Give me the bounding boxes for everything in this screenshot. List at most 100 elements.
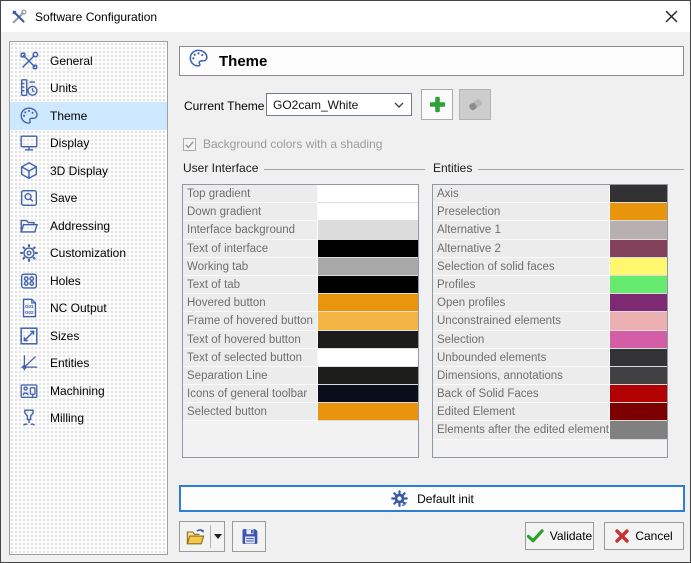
color-swatch[interactable] — [318, 294, 418, 312]
color-swatch[interactable] — [610, 421, 667, 439]
app-tools-icon — [10, 8, 28, 26]
group-user-interface: User Interface — [183, 161, 425, 175]
color-swatch[interactable] — [610, 331, 667, 349]
color-row-unbounded-elements[interactable]: Unbounded elements — [433, 349, 667, 367]
color-swatch[interactable] — [318, 331, 418, 349]
color-swatch[interactable] — [610, 203, 667, 221]
color-swatch[interactable] — [318, 203, 418, 221]
page-title: Theme — [219, 53, 267, 70]
title-bar: Software Configuration — [1, 1, 690, 32]
color-swatch[interactable] — [610, 385, 667, 403]
save-search-icon — [15, 186, 43, 210]
color-row-text-of-hovered-button[interactable]: Text of hovered button — [183, 331, 418, 349]
color-row-text-of-interface[interactable]: Text of interface — [183, 240, 418, 258]
color-row-preselection[interactable]: Preselection — [433, 203, 667, 221]
color-row-profiles[interactable]: Profiles — [433, 276, 667, 294]
color-row-separation-line[interactable]: Separation Line — [183, 367, 418, 385]
color-swatch[interactable] — [610, 276, 667, 294]
color-row-label: Elements after the edited element — [433, 421, 610, 439]
sidebar-item-save[interactable]: Save — [10, 185, 167, 213]
palette-icon — [15, 104, 43, 128]
color-row-axis[interactable]: Axis — [433, 185, 667, 203]
sidebar-item-display[interactable]: Display — [10, 130, 167, 158]
color-row-edited-element[interactable]: Edited Element — [433, 403, 667, 421]
color-swatch[interactable] — [318, 312, 418, 330]
group-divider — [264, 169, 425, 170]
color-swatch[interactable] — [318, 221, 418, 239]
sidebar-item-units[interactable]: Units — [10, 75, 167, 103]
color-row-dimensions-annotations[interactable]: Dimensions, annotations — [433, 367, 667, 385]
color-row-text-of-selected-button[interactable]: Text of selected button — [183, 349, 418, 367]
color-swatch[interactable] — [610, 258, 667, 276]
color-row-hovered-button[interactable]: Hovered button — [183, 294, 418, 312]
sidebar-item-general[interactable]: General — [10, 47, 167, 75]
sidebar-item-customization[interactable]: Customization — [10, 240, 167, 268]
color-row-label: Axis — [433, 185, 610, 203]
color-swatch[interactable] — [610, 294, 667, 312]
color-row-open-profiles[interactable]: Open profiles — [433, 294, 667, 312]
color-row-alternative-2[interactable]: Alternative 2 — [433, 240, 667, 258]
color-row-unconstrained-elements[interactable]: Unconstrained elements — [433, 312, 667, 330]
color-swatch[interactable] — [318, 385, 418, 403]
sidebar-item-holes[interactable]: Holes — [10, 267, 167, 295]
color-row-down-gradient[interactable]: Down gradient — [183, 203, 418, 221]
color-swatch[interactable] — [318, 367, 418, 385]
floppy-save-icon — [239, 526, 260, 547]
default-init-button[interactable]: Default init — [179, 485, 685, 512]
sidebar-item-entities[interactable]: Entities — [10, 350, 167, 378]
color-row-label: Selected button — [183, 403, 318, 421]
color-swatch[interactable] — [610, 367, 667, 385]
sidebar-item-addressing[interactable]: Addressing — [10, 212, 167, 240]
page-header: Theme — [179, 46, 684, 76]
color-row-label: Working tab — [183, 258, 318, 276]
sidebar-item-3d-display[interactable]: 3D Display — [10, 157, 167, 185]
color-swatch[interactable] — [318, 403, 418, 421]
color-row-label: Down gradient — [183, 203, 318, 221]
color-row-back-of-solid-faces[interactable]: Back of Solid Faces — [433, 385, 667, 403]
open-menu-arrow[interactable] — [211, 534, 224, 539]
color-row-label: Text of selected button — [183, 349, 318, 367]
color-row-elements-after-the-edited-element[interactable]: Elements after the edited element — [433, 421, 667, 439]
color-row-working-tab[interactable]: Working tab — [183, 258, 418, 276]
color-row-top-gradient[interactable]: Top gradient — [183, 185, 418, 203]
sidebar-item-label: Holes — [50, 274, 81, 288]
color-swatch[interactable] — [610, 240, 667, 258]
theme-select[interactable]: GO2cam_White — [266, 93, 412, 116]
color-swatch[interactable] — [318, 258, 418, 276]
sidebar-item-milling[interactable]: Milling — [10, 405, 167, 433]
save-theme-button[interactable] — [232, 521, 266, 552]
color-swatch[interactable] — [610, 221, 667, 239]
close-button[interactable] — [652, 1, 690, 31]
color-swatch[interactable] — [610, 185, 667, 203]
color-row-icons-of-general-toolbar[interactable]: Icons of general toolbar — [183, 385, 418, 403]
open-theme-split-button[interactable] — [179, 521, 225, 552]
color-row-selection-of-solid-faces[interactable]: Selection of solid faces — [433, 258, 667, 276]
sidebar-item-theme[interactable]: Theme — [10, 102, 167, 130]
color-swatch[interactable] — [318, 276, 418, 294]
color-row-label: Text of hovered button — [183, 331, 318, 349]
holes-icon — [15, 269, 43, 293]
color-swatch[interactable] — [318, 185, 418, 203]
color-row-frame-of-hovered-button[interactable]: Frame of hovered button — [183, 312, 418, 330]
sidebar-item-sizes[interactable]: Sizes — [10, 322, 167, 350]
color-swatch[interactable] — [318, 349, 418, 367]
window-title: Software Configuration — [35, 10, 157, 24]
sidebar-item-machining[interactable]: Machining — [10, 377, 167, 405]
color-row-text-of-tab[interactable]: Text of tab — [183, 276, 418, 294]
open-folder-icon[interactable] — [180, 522, 210, 551]
chevron-down-icon — [394, 102, 404, 108]
color-row-selection[interactable]: Selection — [433, 331, 667, 349]
color-row-alternative-1[interactable]: Alternative 1 — [433, 221, 667, 239]
cancel-button[interactable]: Cancel — [604, 522, 684, 550]
sidebar-item-nc-output[interactable]: G01G02NC Output — [10, 295, 167, 323]
color-swatch[interactable] — [610, 312, 667, 330]
add-theme-button[interactable] — [421, 89, 453, 120]
color-swatch[interactable] — [610, 349, 667, 367]
color-swatch[interactable] — [610, 403, 667, 421]
validate-button[interactable]: Validate — [525, 522, 594, 550]
color-row-label: Interface background — [183, 221, 318, 239]
color-swatch[interactable] — [318, 240, 418, 258]
color-row-selected-button[interactable]: Selected button — [183, 403, 418, 421]
color-row-interface-background[interactable]: Interface background — [183, 221, 418, 239]
shading-checkbox-row[interactable]: Background colors with a shading — [183, 137, 382, 151]
